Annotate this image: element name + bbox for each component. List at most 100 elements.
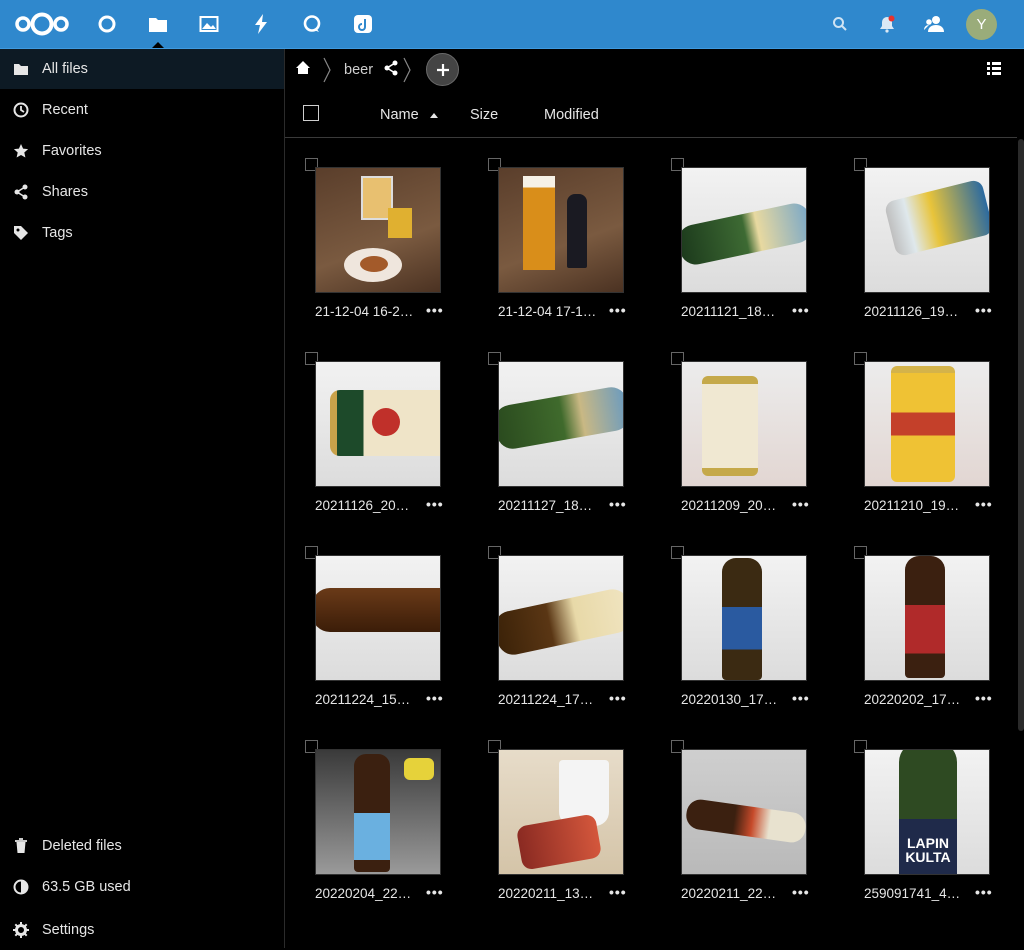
file-actions-more-icon[interactable]: •••	[792, 690, 810, 706]
column-name-header[interactable]: Name	[380, 107, 419, 123]
breadcrumb: beer	[285, 49, 1024, 91]
file-tile[interactable]: 20211209_20… •••	[671, 352, 841, 538]
file-actions-more-icon[interactable]: •••	[975, 496, 993, 512]
new-file-button[interactable]	[426, 53, 459, 86]
file-tile[interactable]: 20211121_18… •••	[671, 158, 841, 344]
home-icon[interactable]	[295, 60, 311, 78]
file-actions-more-icon[interactable]: •••	[975, 302, 993, 318]
file-tile[interactable]: 20211224_15… •••	[305, 546, 475, 732]
file-tile[interactable]: 21-12-04 16-2… •••	[305, 158, 475, 344]
file-actions-more-icon[interactable]: •••	[609, 690, 627, 706]
nextcloud-logo-icon[interactable]	[10, 0, 74, 48]
photos-icon[interactable]	[187, 0, 231, 48]
file-name[interactable]: 20220204_22…	[315, 886, 411, 901]
share-folder-icon[interactable]	[383, 60, 399, 79]
file-actions-more-icon[interactable]: •••	[975, 690, 993, 706]
file-tile[interactable]: 20220211_13… •••	[488, 740, 658, 926]
file-name[interactable]: 20211224_15…	[315, 692, 410, 707]
search-icon[interactable]	[818, 0, 862, 48]
file-name[interactable]: 21-12-04 17-1…	[498, 304, 596, 319]
file-tile[interactable]: 21-12-04 17-1… •••	[488, 158, 658, 344]
file-thumbnail[interactable]	[498, 167, 624, 293]
file-actions-more-icon[interactable]: •••	[975, 884, 993, 900]
column-modified-header[interactable]: Modified	[544, 107, 599, 123]
talk-icon[interactable]	[290, 0, 334, 48]
file-name[interactable]: 20220211_13…	[498, 886, 593, 901]
file-actions-more-icon[interactable]: •••	[609, 496, 627, 512]
notifications-bell-icon[interactable]	[865, 0, 909, 48]
file-tile[interactable]: 20211210_19… •••	[854, 352, 1024, 538]
file-tile[interactable]: 20220204_22… •••	[305, 740, 475, 926]
file-tile[interactable]: 20220130_17… •••	[671, 546, 841, 732]
folder-icon	[0, 62, 42, 76]
file-actions-more-icon[interactable]: •••	[792, 496, 810, 512]
file-name[interactable]: 21-12-04 16-2…	[315, 304, 413, 319]
file-name[interactable]: 20211209_20…	[681, 498, 776, 513]
file-name[interactable]: 20211210_19…	[864, 498, 959, 513]
trash-icon	[0, 838, 42, 854]
file-thumbnail[interactable]	[315, 361, 441, 487]
file-actions-more-icon[interactable]: •••	[792, 302, 810, 318]
file-name[interactable]: 20220211_22…	[681, 886, 776, 901]
file-thumbnail[interactable]	[864, 555, 990, 681]
files-icon[interactable]	[136, 0, 180, 48]
storage-used-label: 63.5 GB used	[42, 879, 131, 895]
file-actions-more-icon[interactable]: •••	[426, 690, 444, 706]
file-actions-more-icon[interactable]: •••	[792, 884, 810, 900]
file-name[interactable]: 20211126_20…	[315, 498, 409, 513]
file-name[interactable]: 20211127_18…	[498, 498, 592, 513]
file-actions-more-icon[interactable]: •••	[609, 884, 627, 900]
file-thumbnail[interactable]	[681, 361, 807, 487]
file-tile[interactable]: 20211126_20… •••	[305, 352, 475, 538]
clock-icon	[0, 102, 42, 118]
file-tile[interactable]: 20211224_17… •••	[488, 546, 658, 732]
nav-favorites[interactable]: Favorites	[0, 131, 284, 171]
user-avatar[interactable]: Y	[966, 9, 997, 40]
file-thumbnail[interactable]	[498, 749, 624, 875]
nav-label: All files	[42, 61, 88, 77]
nav-settings[interactable]: Settings	[0, 910, 284, 950]
file-name[interactable]: 259091741_4…	[864, 886, 960, 901]
list-view-toggle-icon[interactable]	[987, 62, 1001, 78]
file-name[interactable]: 20220202_17…	[864, 692, 960, 707]
file-thumbnail[interactable]	[681, 749, 807, 875]
file-tile[interactable]: 20220211_22… •••	[671, 740, 841, 926]
file-thumbnail[interactable]	[498, 555, 624, 681]
file-thumbnail[interactable]: LAPIN KULTA	[864, 749, 990, 875]
file-tile[interactable]: 20211126_19… •••	[854, 158, 1024, 344]
breadcrumb-current-folder[interactable]: beer	[344, 62, 373, 78]
activity-icon[interactable]	[239, 0, 283, 48]
file-actions-more-icon[interactable]: •••	[609, 302, 627, 318]
file-thumbnail[interactable]	[315, 555, 441, 681]
file-thumbnail[interactable]	[315, 167, 441, 293]
file-thumbnail[interactable]	[681, 167, 807, 293]
deck-icon[interactable]	[341, 0, 385, 48]
file-name[interactable]: 20211126_19…	[864, 304, 958, 319]
file-tile[interactable]: 20211127_18… •••	[488, 352, 658, 538]
dashboard-icon[interactable]	[85, 0, 129, 48]
star-icon	[0, 143, 42, 159]
nav-all-files[interactable]: All files	[0, 49, 284, 89]
file-thumbnail[interactable]	[498, 361, 624, 487]
nav-recent[interactable]: Recent	[0, 90, 284, 130]
file-name[interactable]: 20211224_17…	[498, 692, 593, 707]
file-thumbnail[interactable]	[864, 361, 990, 487]
nav-tags[interactable]: Tags	[0, 213, 284, 253]
nav-deleted-files[interactable]: Deleted files	[0, 826, 284, 866]
file-name[interactable]: 20211121_18…	[681, 304, 775, 319]
file-thumbnail[interactable]	[864, 167, 990, 293]
file-actions-more-icon[interactable]: •••	[426, 884, 444, 900]
file-tile[interactable]: LAPIN KULTA 259091741_4… •••	[854, 740, 1024, 926]
file-actions-more-icon[interactable]: •••	[426, 302, 444, 318]
file-thumbnail[interactable]	[315, 749, 441, 875]
file-actions-more-icon[interactable]: •••	[426, 496, 444, 512]
nav-shares[interactable]: Shares	[0, 172, 284, 212]
contacts-icon[interactable]	[912, 0, 956, 48]
file-name[interactable]: 20220130_17…	[681, 692, 777, 707]
avatar-initial: Y	[976, 16, 987, 33]
file-thumbnail[interactable]	[681, 555, 807, 681]
file-tile[interactable]: 20220202_17… •••	[854, 546, 1024, 732]
select-all-checkbox[interactable]	[303, 105, 319, 121]
app-navigation: All files Recent Favorites Shares Tags D…	[0, 49, 285, 948]
column-size-header[interactable]: Size	[470, 107, 498, 123]
